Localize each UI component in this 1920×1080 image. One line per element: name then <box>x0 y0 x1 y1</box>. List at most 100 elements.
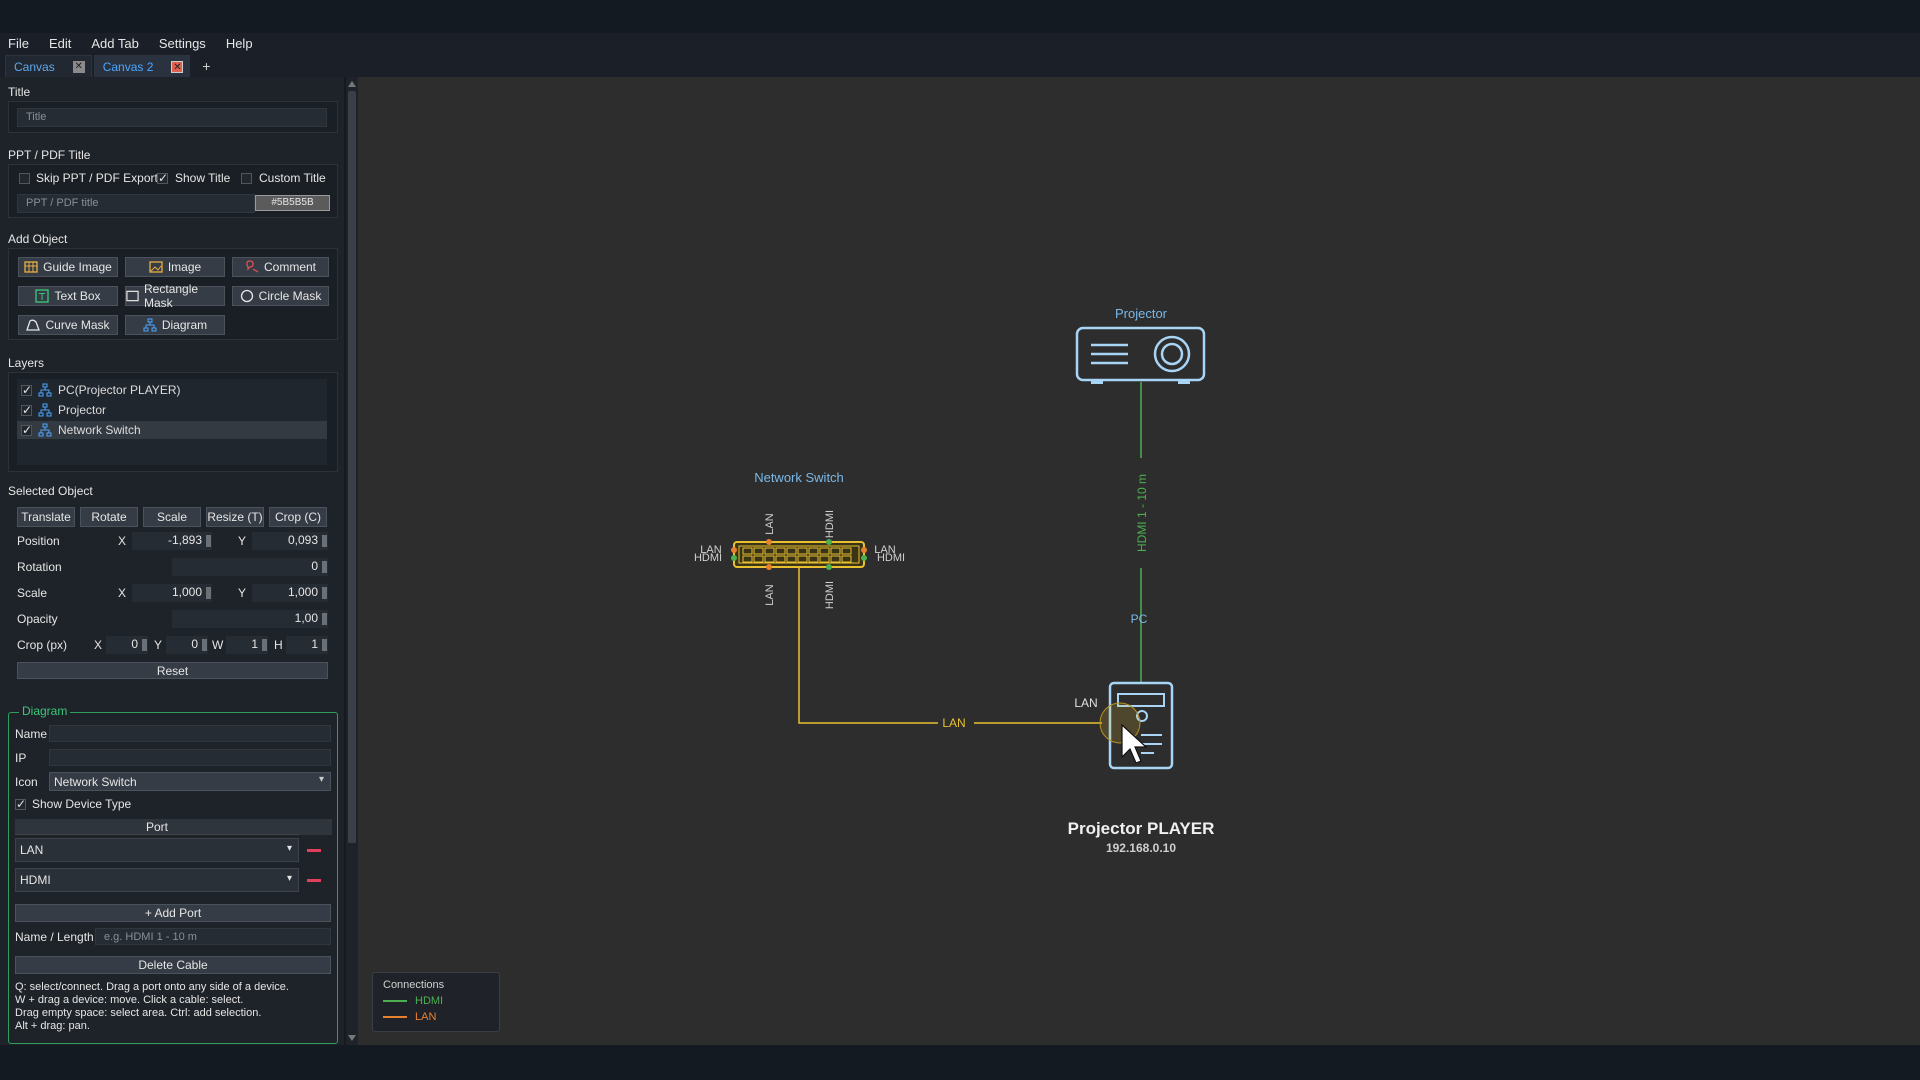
name-length-input[interactable]: e.g. HDMI 1 - 10 m <box>95 928 331 945</box>
legend-swatch <box>383 1016 407 1018</box>
position-y-axis: Y <box>238 534 247 548</box>
layer-visible-checkbox[interactable] <box>21 383 32 397</box>
menu-help[interactable]: Help <box>223 36 256 51</box>
port-select[interactable]: LAN ▾ <box>15 838 299 862</box>
legend-label: LAN <box>415 1011 437 1023</box>
port-dot[interactable] <box>826 539 832 545</box>
layer-item-selected[interactable]: Network Switch <box>17 421 327 439</box>
comment-button[interactable]: Comment <box>232 257 329 277</box>
delete-cable-button[interactable]: Delete Cable <box>15 956 331 974</box>
svg-text:T: T <box>38 292 46 303</box>
layer-visible-checkbox[interactable] <box>21 403 32 417</box>
menu-settings[interactable]: Settings <box>156 36 209 51</box>
curve-mask-button[interactable]: Curve Mask <box>18 315 118 335</box>
diagram-group-title: Diagram <box>19 704 71 718</box>
scale-y-spinbox[interactable]: 1,000 <box>252 584 328 602</box>
ppt-section-heading: PPT / PDF Title <box>8 148 91 162</box>
diagram-icon <box>143 318 157 332</box>
layers-box: PC(Projector PLAYER) Projector Network S… <box>8 372 338 472</box>
layer-item[interactable]: Projector <box>17 401 327 419</box>
diagram-canvas[interactable]: HDMI 1 - 10 m HDMI 1 - 10 m LAN Projecto… <box>358 77 1920 1045</box>
scale-x-spinbox[interactable]: 1,000 <box>132 584 212 602</box>
position-label: Position <box>17 534 60 548</box>
opacity-spinbox[interactable]: 1,00 <box>172 610 328 628</box>
remove-port-icon[interactable] <box>307 879 321 882</box>
port-dot[interactable] <box>861 547 867 553</box>
show-device-type-checkbox[interactable] <box>15 797 26 811</box>
menu-add-tab[interactable]: Add Tab <box>88 36 141 51</box>
crop-label: Crop (px) <box>17 638 68 652</box>
position-x-spinbox[interactable]: -1,893 <box>132 532 212 550</box>
port-select-value: LAN <box>20 843 44 857</box>
switch-title: Network Switch <box>754 470 844 485</box>
ppt-title-input[interactable]: PPT / PDF title <box>17 194 255 213</box>
crop-h-spinbox[interactable]: 1 <box>286 636 328 654</box>
chevron-down-icon: ▾ <box>286 873 292 884</box>
port-dot[interactable] <box>766 539 772 545</box>
layer-visible-checkbox[interactable] <box>21 423 32 437</box>
tab-canvas[interactable]: Canvas ✕ <box>5 55 92 77</box>
layer-item[interactable]: PC(Projector PLAYER) <box>17 381 327 399</box>
title-input[interactable]: Title <box>17 108 327 127</box>
port-dot[interactable] <box>766 564 772 570</box>
resize-button[interactable]: Resize (T) <box>206 507 264 527</box>
layer-label: Network Switch <box>58 423 141 437</box>
help-line: W + drag a device: move. Click a cable: … <box>15 994 244 1006</box>
pc-lan-port-label: LAN <box>1074 696 1097 710</box>
diagram-button[interactable]: Diagram <box>125 315 225 335</box>
layers-list: PC(Projector PLAYER) Projector Network S… <box>17 379 327 465</box>
port-dot[interactable] <box>861 555 867 561</box>
tab-canvas-2-close-icon[interactable]: ✕ <box>171 60 184 73</box>
circle-mask-button[interactable]: Circle Mask <box>232 286 329 306</box>
show-device-type-label: Show Device Type <box>32 797 132 811</box>
text-box-button[interactable]: T Text Box <box>18 286 118 306</box>
crop-w-spinbox[interactable]: 1 <box>226 636 268 654</box>
rectangle-icon <box>126 290 139 302</box>
remove-port-icon[interactable] <box>307 849 321 852</box>
add-port-button[interactable]: + Add Port <box>15 904 331 922</box>
crop-y-spinbox[interactable]: 0 <box>166 636 208 654</box>
icon-select[interactable]: Network Switch ▾ <box>49 772 331 791</box>
skip-ppt-checkbox[interactable] <box>19 173 30 184</box>
panel-scrollbar[interactable] <box>346 77 358 1045</box>
diagram-icon <box>38 383 52 397</box>
title-color-button[interactable]: #5B5B5B <box>255 195 330 211</box>
network-switch-icon[interactable] <box>733 541 865 568</box>
position-y-spinbox[interactable]: 0,093 <box>252 532 328 550</box>
port-select[interactable]: HDMI ▾ <box>15 868 299 892</box>
guide-image-button[interactable]: Guide Image <box>18 257 118 277</box>
scale-button[interactable]: Scale <box>143 507 201 527</box>
scroll-thumb[interactable] <box>348 91 356 843</box>
port-dot[interactable] <box>826 564 832 570</box>
menu-edit[interactable]: Edit <box>46 36 74 51</box>
rotate-button[interactable]: Rotate <box>80 507 138 527</box>
name-input[interactable] <box>49 725 331 742</box>
switch-port-label-hdmi: HDMI <box>694 552 722 564</box>
ip-input[interactable] <box>49 749 331 766</box>
crop-button[interactable]: Crop (C) <box>269 507 327 527</box>
add-tab-button[interactable]: + <box>192 55 220 77</box>
crop-x-spinbox[interactable]: 0 <box>106 636 148 654</box>
port-dot[interactable] <box>731 555 737 561</box>
rotation-spinbox[interactable]: 0 <box>172 558 328 576</box>
diagram-label: Diagram <box>161 318 208 332</box>
menu-file[interactable]: File <box>5 36 32 51</box>
switch-port-label-lan: LAN <box>764 513 776 534</box>
switch-port-label-lan: LAN <box>764 584 776 605</box>
port-dot[interactable] <box>731 547 737 553</box>
tab-canvas-2[interactable]: Canvas 2 ✕ <box>93 55 191 77</box>
layers-heading: Layers <box>8 356 45 370</box>
translate-button[interactable]: Translate <box>17 507 75 527</box>
legend-item-hdmi: HDMI <box>383 995 489 1007</box>
reset-button[interactable]: Reset <box>17 662 328 679</box>
lan-cable[interactable] <box>798 567 1102 724</box>
custom-title-checkbox[interactable] <box>241 173 252 184</box>
show-title-checkbox[interactable] <box>157 171 168 185</box>
rectangle-mask-button[interactable]: Rectangle Mask <box>125 282 225 310</box>
image-button[interactable]: Image <box>125 257 225 277</box>
projector-icon[interactable] <box>1075 326 1206 384</box>
tab-canvas-close-icon[interactable]: ✕ <box>72 60 85 73</box>
pc-title: PC <box>1131 612 1148 626</box>
scroll-down-icon[interactable] <box>348 1035 356 1041</box>
scroll-up-icon[interactable] <box>348 81 356 87</box>
